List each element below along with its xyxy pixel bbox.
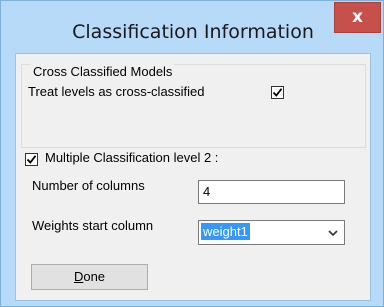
checkmark-icon [26,155,37,164]
weights-start-column-combo[interactable]: weight1 [198,220,345,245]
multiple-classification-checkbox[interactable] [25,153,38,166]
group-title: Cross Classified Models [31,64,175,79]
checkmark-icon [272,88,283,97]
close-button[interactable]: x [334,2,381,33]
weights-start-column-value: weight1 [201,223,250,240]
done-button-mnemonic: D [73,269,84,284]
chevron-down-icon [328,230,338,237]
close-icon: x [352,7,363,27]
title-bar[interactable]: Classification Information x [1,1,383,57]
num-columns-input[interactable]: 4 [198,180,345,204]
dialog-body: Cross Classified Models Treat levels as … [15,53,371,301]
cross-classified-checkbox[interactable] [271,86,284,99]
done-button[interactable]: Done [31,264,148,290]
done-button-label: one [83,269,106,284]
dialog-title: Classification Information [72,21,314,43]
dialog-window: Classification Information x Cross Class… [0,0,384,307]
multiple-classification-label: Multiple Classification level 2 : [45,150,219,165]
cross-classified-label: Treat levels as cross-classified [28,84,205,99]
cross-classified-group: Cross Classified Models Treat levels as … [21,64,366,148]
num-columns-label: Number of columns [32,178,145,193]
weights-start-column-label: Weights start column [32,218,154,233]
